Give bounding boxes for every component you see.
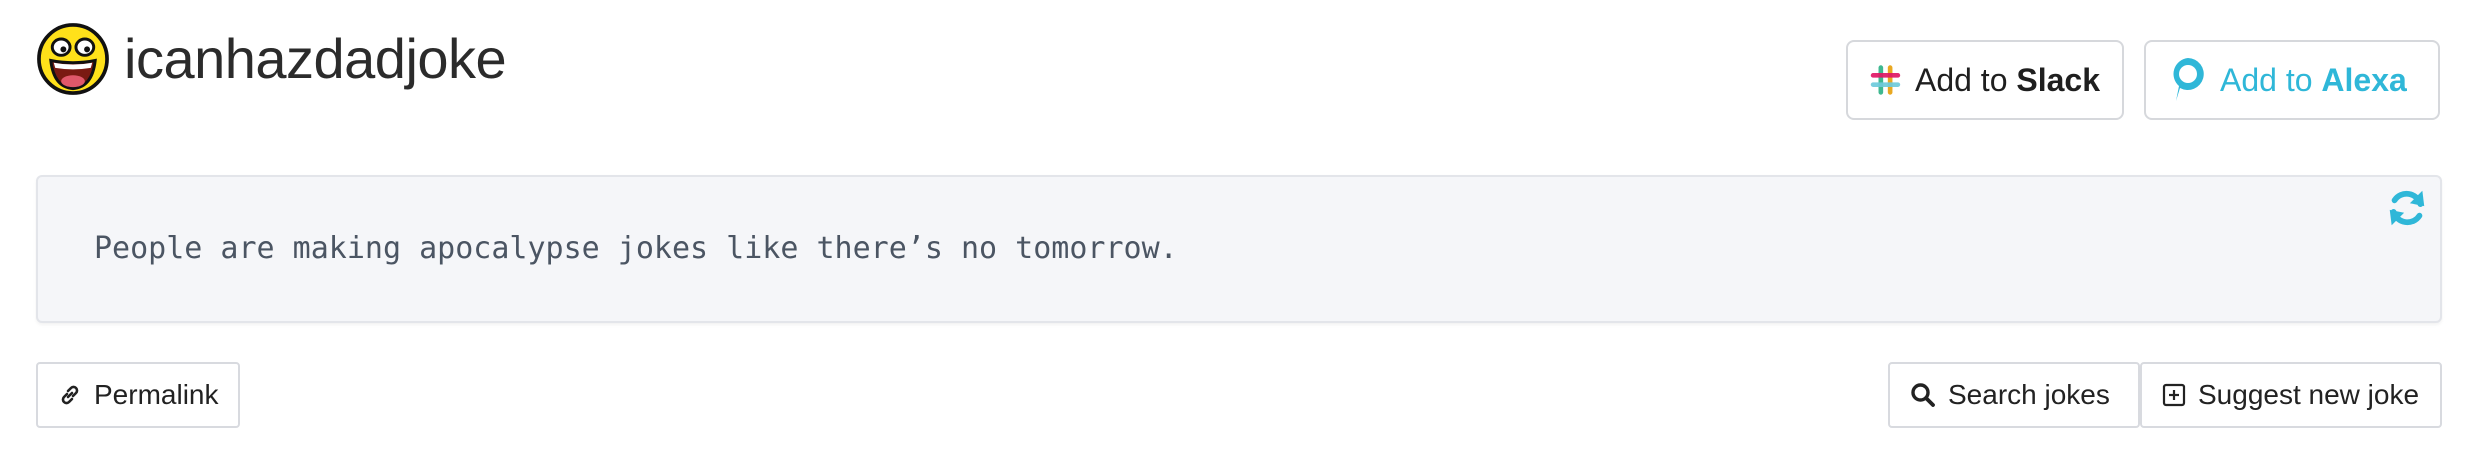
suggest-joke-label: Suggest new joke [2198, 379, 2420, 410]
alexa-icon [2173, 58, 2204, 101]
link-icon [61, 385, 79, 405]
add-to-alexa-label: Add to Alexa [2220, 61, 2407, 98]
search-jokes-button[interactable]: Search jokes [1888, 362, 2140, 428]
awesome-face-icon [37, 23, 109, 95]
search-icon [1911, 383, 1935, 407]
add-to-alexa-button[interactable]: Add to Alexa [2144, 40, 2440, 120]
permalink-label: Permalink [94, 379, 219, 410]
suggest-joke-button[interactable]: Suggest new joke [2140, 362, 2442, 428]
plus-square-icon [2162, 383, 2186, 407]
slack-icon [1870, 65, 1901, 95]
permalink-button[interactable]: Permalink [36, 362, 240, 428]
page: icanhazdadjoke Add to Slack Add to Alexa… [0, 0, 2482, 464]
add-to-slack-button[interactable]: Add to Slack [1846, 40, 2124, 120]
site-brand[interactable]: icanhazdadjoke [36, 22, 507, 96]
refresh-icon[interactable] [2384, 185, 2430, 231]
joke-panel: People are making apocalypse jokes like … [36, 175, 2442, 323]
site-title: icanhazdadjoke [124, 27, 507, 90]
joke-text: People are making apocalypse jokes like … [94, 231, 1178, 266]
search-jokes-label: Search jokes [1948, 379, 2110, 410]
add-to-slack-label: Add to Slack [1914, 61, 2100, 98]
